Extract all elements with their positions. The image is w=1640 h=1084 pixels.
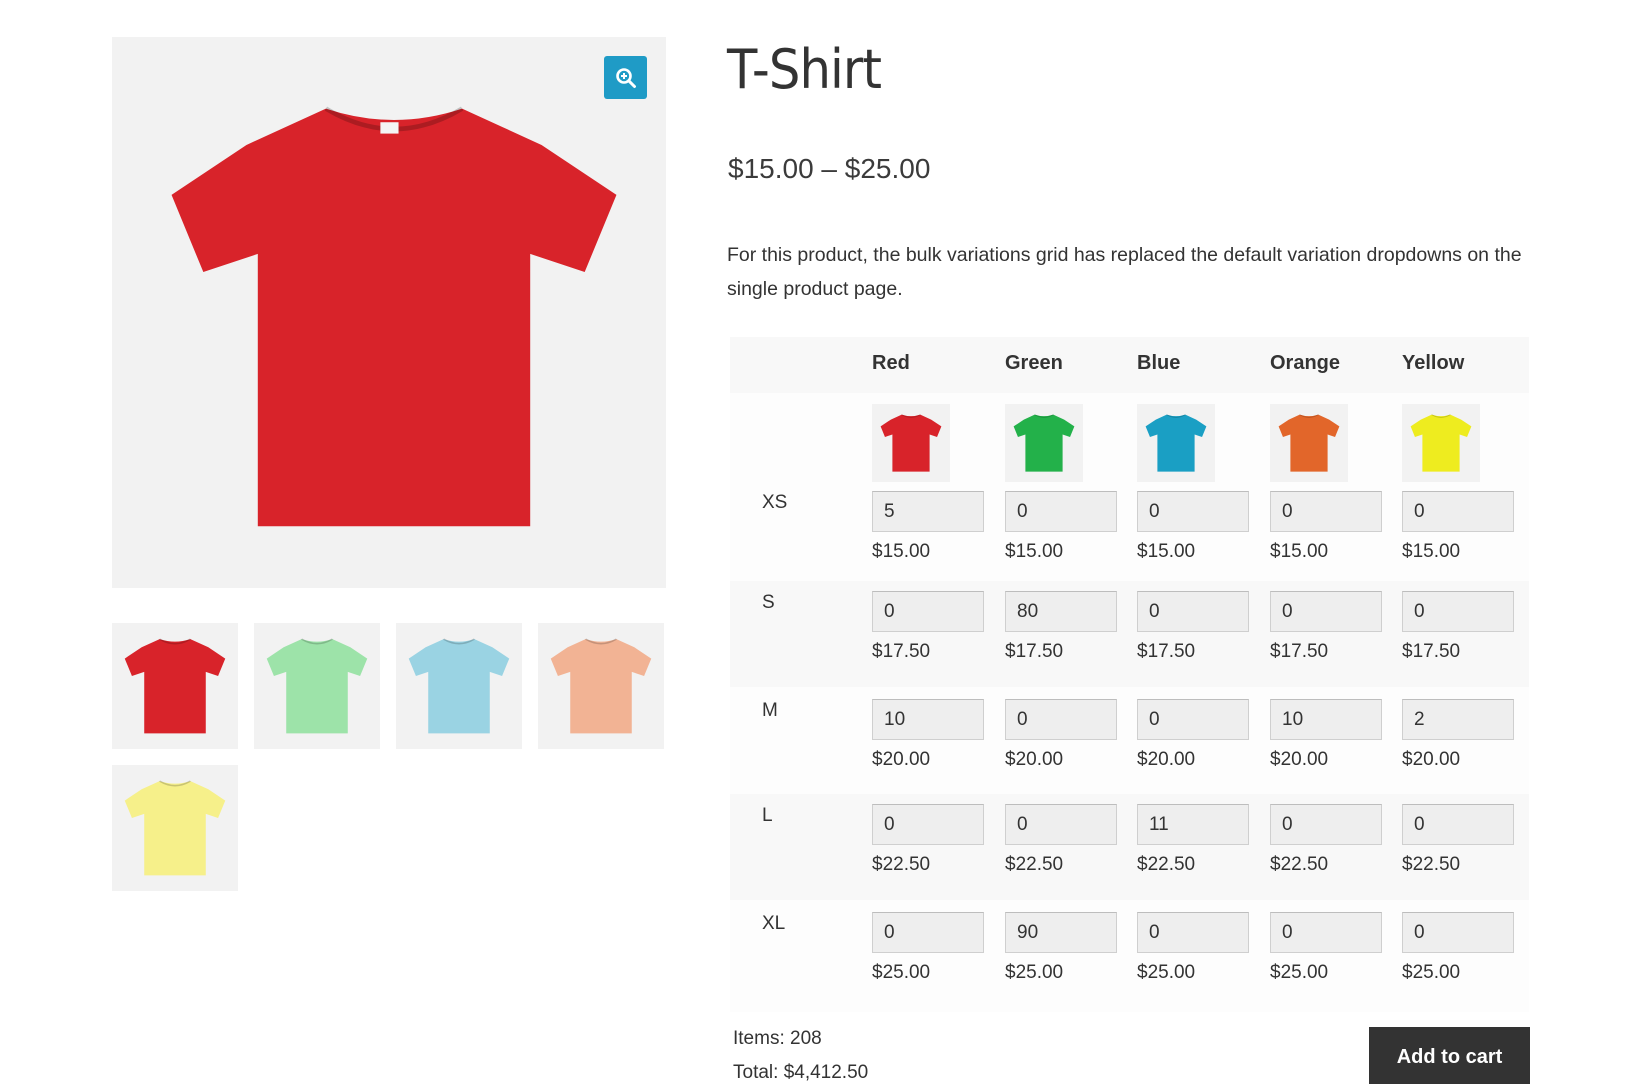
quantity-input[interactable] <box>872 912 984 953</box>
quantity-input[interactable] <box>1402 699 1514 740</box>
quantity-input[interactable] <box>1005 491 1117 532</box>
variation-price: $15.00 <box>872 541 931 562</box>
column-header: Red <box>872 352 910 374</box>
variation-price: $17.50 <box>1137 641 1196 662</box>
gallery-thumbnail[interactable] <box>254 623 380 749</box>
tshirt-thumbnail-image <box>266 638 368 734</box>
tshirt-thumbnail-image <box>124 780 226 876</box>
variation-price: $17.50 <box>1270 641 1329 662</box>
variation-price: $20.00 <box>1270 749 1329 770</box>
column-header: Yellow <box>1402 352 1465 374</box>
quantity-input[interactable] <box>1270 699 1382 740</box>
row-header-size: L <box>762 805 773 826</box>
quantity-input[interactable] <box>1005 699 1117 740</box>
gallery-thumbnail[interactable] <box>112 623 238 749</box>
variation-price: $17.50 <box>872 641 931 662</box>
quantity-input[interactable] <box>1402 912 1514 953</box>
variation-swatch-image <box>1402 404 1480 482</box>
product-title: T-Shirt <box>727 38 882 101</box>
quantity-input[interactable] <box>1270 591 1382 632</box>
variation-swatch-image <box>872 404 950 482</box>
column-header: Blue <box>1137 352 1181 374</box>
quantity-input[interactable] <box>1005 804 1117 845</box>
row-header-size: XL <box>762 913 786 934</box>
variation-price: $25.00 <box>872 962 931 983</box>
add-to-cart-button[interactable]: Add to cart <box>1369 1027 1530 1084</box>
quantity-input[interactable] <box>1005 591 1117 632</box>
row-header-size: M <box>762 700 778 721</box>
variation-price: $22.50 <box>872 854 931 875</box>
column-header: Green <box>1005 352 1063 374</box>
tshirt-thumbnail-image <box>550 638 652 734</box>
quantity-input[interactable] <box>1137 591 1249 632</box>
price-range: $15.00 – $25.00 <box>728 153 931 184</box>
tshirt-image <box>171 106 617 527</box>
items-count: Items: 208 <box>733 1028 822 1049</box>
quantity-input[interactable] <box>1005 912 1117 953</box>
quantity-input[interactable] <box>1402 491 1514 532</box>
variation-price: $22.50 <box>1137 854 1196 875</box>
quantity-input[interactable] <box>872 591 984 632</box>
quantity-input[interactable] <box>1402 591 1514 632</box>
variation-price: $20.00 <box>1005 749 1064 770</box>
variation-price: $22.50 <box>1402 854 1461 875</box>
variation-swatch-image <box>1270 404 1348 482</box>
row-header-size: S <box>762 592 775 613</box>
bulk-variations-grid: Red Green Blue Orange Yellow XS $15.00 $15.00 $1… <box>730 337 1529 1012</box>
quantity-input[interactable] <box>872 804 984 845</box>
product-description: For this product, the bulk variations gr… <box>727 244 1522 300</box>
quantity-input[interactable] <box>1270 912 1382 953</box>
gallery-thumbnail[interactable] <box>538 623 664 749</box>
variation-price: $20.00 <box>872 749 931 770</box>
main-product-image[interactable] <box>112 37 666 588</box>
variation-price: $15.00 <box>1005 541 1064 562</box>
zoom-in-icon <box>615 67 636 88</box>
variation-swatch-image <box>1005 404 1083 482</box>
variation-price: $20.00 <box>1137 749 1196 770</box>
variation-price: $15.00 <box>1270 541 1329 562</box>
row-header-size: XS <box>762 492 788 513</box>
variation-price: $20.00 <box>1402 749 1461 770</box>
quantity-input[interactable] <box>1137 912 1249 953</box>
gallery-thumbnail[interactable] <box>396 623 522 749</box>
gallery-thumbnail[interactable] <box>112 765 238 891</box>
variation-price: $22.50 <box>1270 854 1329 875</box>
variation-price: $15.00 <box>1137 541 1196 562</box>
quantity-input[interactable] <box>1137 699 1249 740</box>
quantity-input[interactable] <box>872 699 984 740</box>
total-price: Total: $4,412.50 <box>733 1062 869 1083</box>
quantity-input[interactable] <box>1402 804 1514 845</box>
variation-price: $25.00 <box>1137 962 1196 983</box>
quantity-input[interactable] <box>1270 491 1382 532</box>
variation-price: $17.50 <box>1005 641 1064 662</box>
variation-price: $15.00 <box>1402 541 1461 562</box>
variation-price: $22.50 <box>1005 854 1064 875</box>
quantity-input[interactable] <box>872 491 984 532</box>
quantity-input[interactable] <box>1137 491 1249 532</box>
variation-price: $25.00 <box>1005 962 1064 983</box>
quantity-input[interactable] <box>1137 804 1249 845</box>
variation-price: $25.00 <box>1402 962 1461 983</box>
column-header: Orange <box>1270 352 1341 374</box>
variation-price: $25.00 <box>1270 962 1329 983</box>
quantity-input[interactable] <box>1270 804 1382 845</box>
variation-price: $17.50 <box>1402 641 1461 662</box>
variation-swatch-image <box>1137 404 1215 482</box>
zoom-button[interactable] <box>604 56 647 99</box>
tshirt-thumbnail-image <box>124 638 226 734</box>
tshirt-thumbnail-image <box>408 638 510 734</box>
